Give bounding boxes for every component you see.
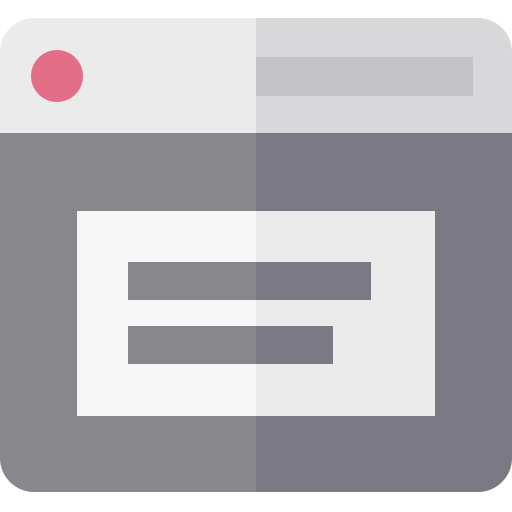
address-bar — [256, 57, 473, 96]
text-line-2-left — [128, 326, 256, 364]
content-card-left — [77, 211, 256, 416]
text-line-1-right — [256, 262, 371, 300]
text-line-1-left — [128, 262, 256, 300]
browser-window-icon — [0, 18, 512, 492]
content-card-right — [256, 211, 435, 416]
window-dot-icon — [31, 50, 83, 102]
text-line-2-right — [256, 326, 333, 364]
